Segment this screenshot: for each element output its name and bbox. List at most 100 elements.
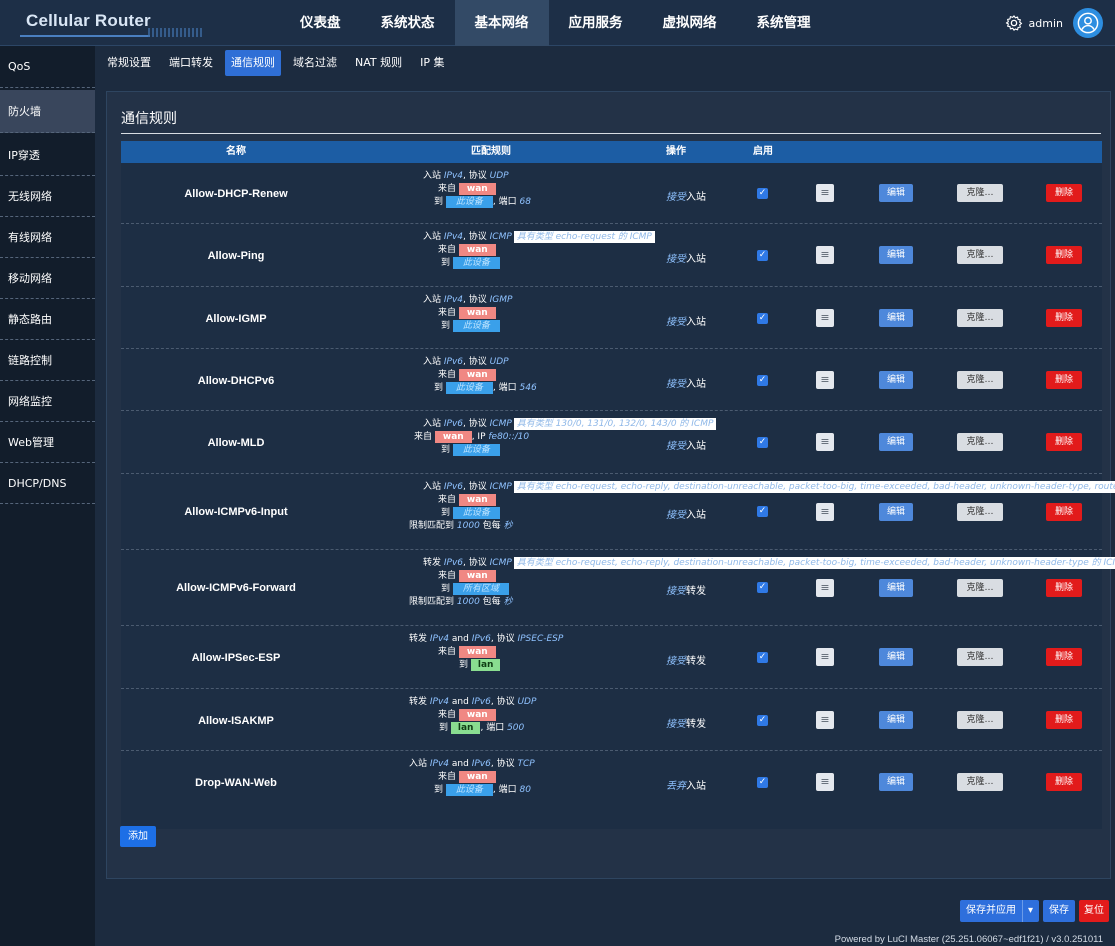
gear-icon[interactable] — [1005, 14, 1023, 32]
to-label: 到 — [441, 445, 451, 455]
delete-button[interactable]: 删除 — [1046, 773, 1082, 791]
nav-virtual-network[interactable]: 虚拟网络 — [643, 0, 737, 46]
enable-checkbox[interactable]: ✓ — [757, 715, 768, 726]
delete-button[interactable]: 删除 — [1046, 433, 1082, 451]
zone-badge-wan: wan — [458, 646, 496, 658]
edit-button[interactable]: 编辑 — [879, 773, 913, 791]
delete-button[interactable]: 删除 — [1046, 711, 1082, 729]
clone-button[interactable]: 克隆… — [957, 711, 1003, 729]
clone-button[interactable]: 克隆… — [957, 648, 1003, 666]
table-row: Allow-MLD 入站 IPv6, 协议 ICMP 具有类型 130/0, 13… — [121, 411, 1102, 474]
username-label[interactable]: admin — [1029, 17, 1063, 30]
match-proto-line: 转发 IPv6, 协议 ICMP 具有类型 echo-request, echo-… — [351, 557, 1115, 570]
drag-handle-icon[interactable]: ≡ — [816, 433, 834, 451]
chevron-down-icon[interactable]: ▾ — [1021, 900, 1033, 922]
top-bar: Cellular Router 仪表盘 系统状态 基本网络 应用服务 虚拟网络 … — [0, 0, 1115, 46]
sidebar-item-firewall[interactable]: 防火墙 — [0, 90, 95, 133]
delete-button[interactable]: 删除 — [1046, 648, 1082, 666]
delete-button[interactable]: 删除 — [1046, 503, 1082, 521]
app-title: Cellular Router — [26, 11, 151, 30]
enable-checkbox[interactable]: ✓ — [757, 652, 768, 663]
clone-button[interactable]: 克隆… — [957, 579, 1003, 597]
enable-checkbox[interactable]: ✓ — [757, 437, 768, 448]
edit-button[interactable]: 编辑 — [879, 433, 913, 451]
tab-general-settings[interactable]: 常规设置 — [101, 50, 157, 76]
drag-handle-icon[interactable]: ≡ — [816, 503, 834, 521]
direction-text: 入站 — [423, 171, 442, 181]
clone-button[interactable]: 克隆… — [957, 309, 1003, 327]
tab-traffic-rules[interactable]: 通信规则 — [225, 50, 281, 76]
edit-button[interactable]: 编辑 — [879, 184, 913, 202]
drag-handle-icon[interactable]: ≡ — [816, 711, 834, 729]
edit-button[interactable]: 编辑 — [879, 503, 913, 521]
tab-nat-rules[interactable]: NAT 规则 — [349, 50, 408, 76]
drag-handle-icon[interactable]: ≡ — [816, 579, 834, 597]
brand-logo[interactable]: Cellular Router — [8, 8, 240, 37]
reset-button[interactable]: 复位 — [1079, 900, 1109, 922]
enable-checkbox[interactable]: ✓ — [757, 582, 768, 593]
user-avatar-icon[interactable] — [1073, 8, 1103, 38]
enable-checkbox[interactable]: ✓ — [757, 188, 768, 199]
tab-ip-sets[interactable]: IP 集 — [414, 50, 450, 76]
direction-text: 入站 — [423, 482, 442, 492]
drag-handle-icon[interactable]: ≡ — [816, 246, 834, 264]
delete-button[interactable]: 删除 — [1046, 309, 1082, 327]
rule-name: Allow-IPSec-ESP — [191, 652, 281, 664]
clone-button[interactable]: 克隆… — [957, 503, 1003, 521]
edit-button[interactable]: 编辑 — [879, 579, 913, 597]
rule-name: Allow-DHCP-Renew — [184, 188, 288, 200]
edit-button[interactable]: 编辑 — [879, 246, 913, 264]
sidebar-item-static-route[interactable]: 静态路由 — [0, 299, 95, 340]
drag-handle-icon[interactable]: ≡ — [816, 371, 834, 389]
zone-badge-wan: wan — [458, 771, 496, 783]
delete-button[interactable]: 删除 — [1046, 246, 1082, 264]
clone-button[interactable]: 克隆… — [957, 433, 1003, 451]
tab-domain-filter[interactable]: 域名过滤 — [287, 50, 343, 76]
rule-action: 接受转发 — [666, 582, 706, 597]
clone-button[interactable]: 克隆… — [957, 184, 1003, 202]
sidebar-item-link-control[interactable]: 链路控制 — [0, 340, 95, 381]
delete-button[interactable]: 删除 — [1046, 579, 1082, 597]
delete-button[interactable]: 删除 — [1046, 371, 1082, 389]
sidebar-item-wireless[interactable]: 无线网络 — [0, 176, 95, 217]
header-match: 匹配规则 — [471, 146, 511, 157]
sidebar-item-ip-passthrough[interactable]: IP穿透 — [0, 135, 95, 176]
save-button[interactable]: 保存 — [1043, 900, 1075, 922]
proto-text: ICMP — [489, 482, 512, 492]
enable-checkbox[interactable]: ✓ — [757, 777, 768, 788]
nav-app-services[interactable]: 应用服务 — [549, 0, 643, 46]
sidebar-item-network-monitor[interactable]: 网络监控 — [0, 381, 95, 422]
drag-handle-icon[interactable]: ≡ — [816, 648, 834, 666]
nav-system-status[interactable]: 系统状态 — [361, 0, 455, 46]
family-text: IPv4 — [429, 697, 450, 707]
nav-system-management[interactable]: 系统管理 — [737, 0, 831, 46]
drag-handle-icon[interactable]: ≡ — [816, 773, 834, 791]
edit-button[interactable]: 编辑 — [879, 711, 913, 729]
zone-badge-all-zones: 所有区域 — [452, 583, 509, 595]
clone-button[interactable]: 克隆… — [957, 773, 1003, 791]
clone-button[interactable]: 克隆… — [957, 371, 1003, 389]
enable-checkbox[interactable]: ✓ — [757, 506, 768, 517]
action-verb: 接受 — [666, 656, 686, 667]
sidebar-item-mobile[interactable]: 移动网络 — [0, 258, 95, 299]
edit-button[interactable]: 编辑 — [879, 648, 913, 666]
edit-button[interactable]: 编辑 — [879, 371, 913, 389]
delete-button[interactable]: 删除 — [1046, 184, 1082, 202]
sidebar-item-web-management[interactable]: Web管理 — [0, 422, 95, 463]
sidebar-item-dhcp-dns[interactable]: DHCP/DNS — [0, 463, 95, 504]
action-target: 入站 — [686, 781, 706, 792]
add-rule-button[interactable]: 添加 — [120, 826, 156, 847]
edit-button[interactable]: 编辑 — [879, 309, 913, 327]
nav-dashboard[interactable]: 仪表盘 — [280, 0, 361, 46]
tab-port-forwarding[interactable]: 端口转发 — [163, 50, 219, 76]
drag-handle-icon[interactable]: ≡ — [816, 184, 834, 202]
drag-handle-icon[interactable]: ≡ — [816, 309, 834, 327]
sidebar-item-wired[interactable]: 有线网络 — [0, 217, 95, 258]
enable-checkbox[interactable]: ✓ — [757, 375, 768, 386]
enable-checkbox[interactable]: ✓ — [757, 250, 768, 261]
nav-basic-network[interactable]: 基本网络 — [454, 0, 549, 46]
sidebar-item-qos[interactable]: QoS — [0, 46, 95, 88]
save-apply-button[interactable]: 保存并应用 ▾ — [959, 900, 1039, 922]
clone-button[interactable]: 克隆… — [957, 246, 1003, 264]
enable-checkbox[interactable]: ✓ — [757, 313, 768, 324]
